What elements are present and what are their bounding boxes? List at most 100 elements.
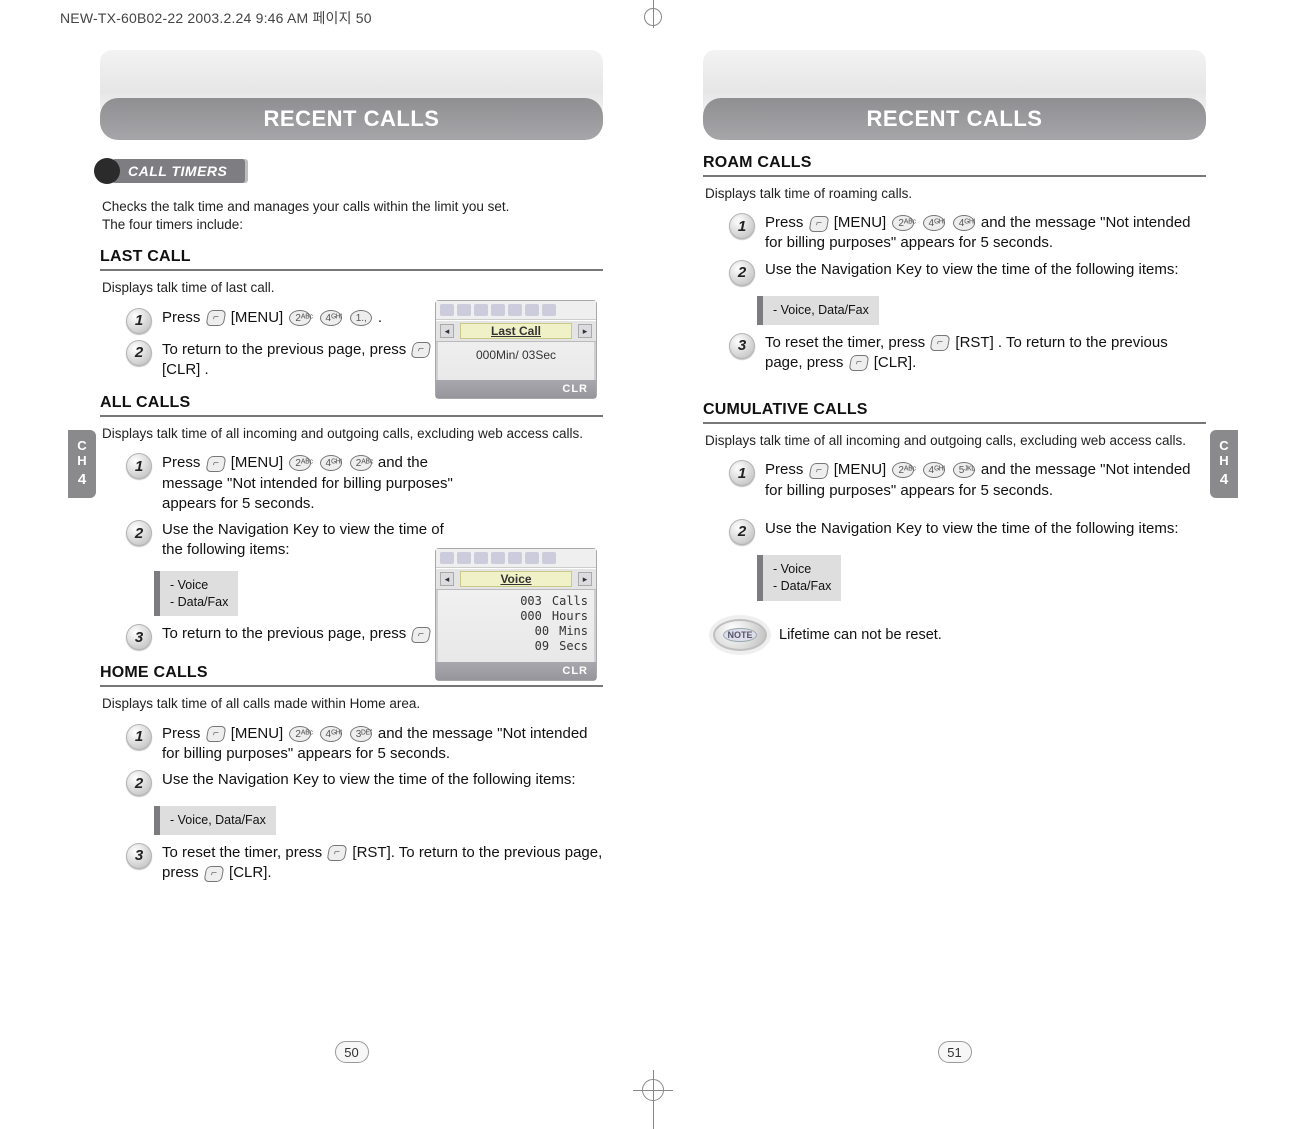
phone-icon xyxy=(491,304,505,316)
step-text: Use the Navigation Key to view the time … xyxy=(765,260,1179,280)
msg-icon xyxy=(508,552,522,564)
page-header: RECENT CALLS xyxy=(100,50,603,140)
note-line: - Data/Fax xyxy=(773,578,831,595)
keypad-2-icon: 2ᴬᴮᶜ xyxy=(350,455,372,471)
step-row: 1 Press ⌐ [MENU] 2ᴬᴮᶜ 4ᴳᴴᴵ 2ᴬᴮᶜ and the … xyxy=(126,453,456,514)
mode-icon xyxy=(525,552,539,564)
keypad-4-icon: 4ᴳᴴᴵ xyxy=(923,462,945,478)
left-arrow-icon: ◂ xyxy=(440,572,454,586)
step-row: 2 To return to the previous page, press … xyxy=(126,340,446,381)
subhead-last-call: LAST CALL xyxy=(100,248,603,271)
note-line: - Voice xyxy=(170,577,228,594)
subhead-cumulative-calls: CUMULATIVE CALLS xyxy=(703,401,1206,424)
keypad-4-icon: 4ᴳᴴᴵ xyxy=(320,726,342,742)
crop-register-top xyxy=(644,8,662,26)
u: Secs xyxy=(559,639,588,654)
note-line: - Voice xyxy=(773,561,831,578)
step-row: 3 To reset the timer, press ⌐ [RST]. To … xyxy=(126,843,603,884)
t: To return to the previous page, press xyxy=(162,625,410,642)
step-row: 1 Press ⌐ [MENU] 2ᴬᴮᶜ 4ᴳᴴᴵ 4ᴳᴴᴵ and the … xyxy=(729,213,1206,254)
section-bullet-icon xyxy=(94,158,120,184)
v: 00 xyxy=(535,624,549,639)
step-text: Use the Navigation Key to view the time … xyxy=(765,519,1179,539)
page-header: RECENT CALLS xyxy=(703,50,1206,140)
note-stripe: - Voice - Data/Fax xyxy=(154,571,394,617)
softkey-left-icon: ⌐ xyxy=(327,845,348,861)
t: [CLR] . xyxy=(162,361,209,378)
keypad-3-icon: 3ᴰᴱᶠ xyxy=(350,726,372,742)
v: 003 xyxy=(520,594,542,609)
t: [MENU] xyxy=(231,454,284,471)
home-calls-intro: Displays talk time of all calls made wit… xyxy=(102,695,601,713)
note-body: - Voice - Data/Fax xyxy=(160,571,238,617)
note-body: - Voice, Data/Fax xyxy=(763,296,879,325)
keypad-1-icon: 1., xyxy=(350,310,372,326)
step-text: Press ⌐ [MENU] 2ᴬᴮᶜ 4ᴳᴴᴵ 3ᴰᴱᶠ and the me… xyxy=(162,724,603,765)
page-right: C H 4 RECENT CALLS ROAM CALLS Displays t… xyxy=(673,30,1236,1069)
step-number-icon: 3 xyxy=(126,843,152,869)
keypad-2-icon: 2ᴬᴮᶜ xyxy=(892,215,914,231)
t: and the message "Not intended for billin… xyxy=(765,214,1191,251)
step-number-icon: 1 xyxy=(729,213,755,239)
softkey-right-icon: ⌐ xyxy=(411,627,432,643)
v: 09 xyxy=(535,639,549,654)
u: Mins xyxy=(559,624,588,639)
sound-icon xyxy=(474,552,488,564)
print-metadata: NEW-TX-60B02-22 2003.2.24 9:46 AM 페이지 50 xyxy=(60,8,372,28)
cumulative-intro: Displays talk time of all incoming and o… xyxy=(705,432,1204,450)
chapter-tab-num: 4 xyxy=(78,472,86,489)
keypad-5-icon: 5ᴶᴷᴸ xyxy=(953,462,975,478)
t: Press xyxy=(162,309,205,326)
note-callout: NOTE Lifetime can not be reset. xyxy=(713,619,1206,651)
step-number-icon: 1 xyxy=(729,460,755,486)
t: and the message "Not intended for billin… xyxy=(162,725,588,762)
section-intro: Checks the talk time and manages your ca… xyxy=(102,198,601,234)
keypad-2-icon: 2ᴬᴮᶜ xyxy=(289,310,311,326)
phone-softkey-clr: CLR xyxy=(562,665,588,677)
right-arrow-icon: ▸ xyxy=(578,572,592,586)
header-title: RECENT CALLS xyxy=(703,98,1206,140)
step-row: 2 Use the Navigation Key to view the tim… xyxy=(729,519,1206,545)
batt-icon xyxy=(542,552,556,564)
t: [MENU] xyxy=(231,725,284,742)
t: and the message "Not intended for billin… xyxy=(765,461,1191,498)
step-text: Press ⌐ [MENU] 2ᴬᴮᶜ 4ᴳᴴᴵ 4ᴳᴴᴵ and the me… xyxy=(765,213,1206,254)
step-text: Press ⌐ [MENU] 2ᴬᴮᶜ 4ᴳᴴᴵ 1., . xyxy=(162,308,382,328)
step-text: To reset the timer, press ⌐ [RST]. To re… xyxy=(162,843,603,884)
t: Press xyxy=(765,461,808,478)
last-call-intro: Displays talk time of last call. xyxy=(102,279,601,297)
t: To reset the timer, press xyxy=(765,334,929,351)
step-row: 1 Press ⌐ [MENU] 2ᴬᴮᶜ 4ᴳᴴᴵ 1., . xyxy=(126,308,446,334)
u: Calls xyxy=(552,594,588,609)
phone-status-icons xyxy=(436,549,596,568)
v: 000 xyxy=(520,609,542,624)
step-text: To reset the timer, press ⌐ [RST] . To r… xyxy=(765,333,1206,374)
note-stripe: - Voice - Data/Fax xyxy=(757,555,997,601)
phone-softkey-clr: CLR xyxy=(562,383,588,395)
chapter-tab-left: C H 4 xyxy=(68,430,96,498)
t: To return to the previous page, press xyxy=(162,341,410,358)
msg-icon xyxy=(508,304,522,316)
softkey-left-icon: ⌐ xyxy=(205,456,226,472)
step-row: 1 Press ⌐ [MENU] 2ᴬᴮᶜ 4ᴳᴴᴵ 3ᴰᴱᶠ and the … xyxy=(126,724,603,765)
t: Press xyxy=(162,454,205,471)
phone-mock-last-call: ◂ Last Call ▸ 000Min/ 03Sec CLR xyxy=(435,300,597,399)
mode-icon xyxy=(525,304,539,316)
t: To reset the timer, press xyxy=(162,844,326,861)
phone-status-icons xyxy=(436,301,596,320)
step-text: Press ⌐ [MENU] 2ᴬᴮᶜ 4ᴳᴴᴵ 5ᴶᴷᴸ and the me… xyxy=(765,460,1206,501)
step-number-icon: 3 xyxy=(729,333,755,359)
keypad-2-icon: 2ᴬᴮᶜ xyxy=(289,455,311,471)
step-row: 2 Use the Navigation Key to view the tim… xyxy=(729,260,1206,286)
signal-icon xyxy=(440,304,454,316)
softkey-left-icon: ⌐ xyxy=(930,335,951,351)
page-number-right: 51 xyxy=(938,1041,972,1063)
step-number-icon: 1 xyxy=(126,308,152,334)
step-row: 1 Press ⌐ [MENU] 2ᴬᴮᶜ 4ᴳᴴᴵ 5ᴶᴷᴸ and the … xyxy=(729,460,1206,501)
note-oval-icon: NOTE xyxy=(713,619,767,651)
right-arrow-icon: ▸ xyxy=(578,324,592,338)
header-title: RECENT CALLS xyxy=(100,98,603,140)
crop-register-bottom xyxy=(642,1079,664,1101)
t: [CLR]. xyxy=(874,354,917,371)
phone-icon xyxy=(491,552,505,564)
